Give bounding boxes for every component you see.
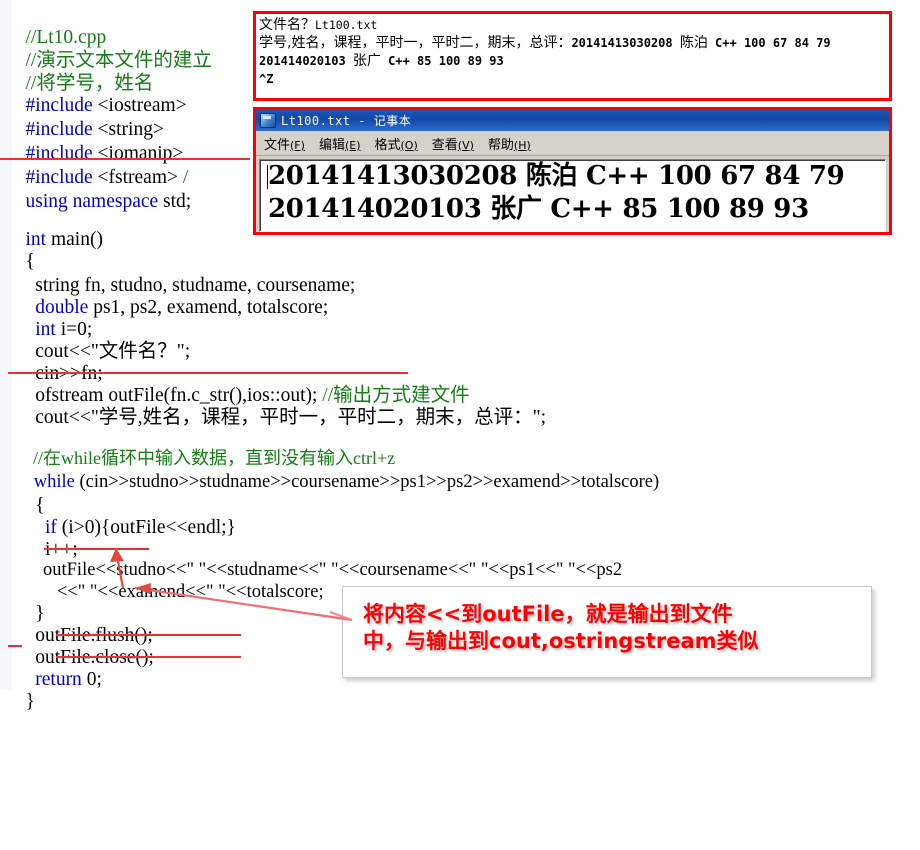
notepad-icon <box>260 113 276 128</box>
notepad-text-area[interactable]: 20141413030208 陈泊 C++ 100 67 84 79 20141… <box>259 159 886 232</box>
console-record-id: 20141413030208 <box>571 36 680 50</box>
notepad-window[interactable]: Lt100.txt - 记事本 文件(F) 编辑(E) 格式(O) 查看(V) … <box>253 107 892 235</box>
code-text: 0; <box>81 669 102 691</box>
annotation-text: 将内容<<到outFile，就是输出到文件 中，与输出到cout,ostring… <box>363 602 759 653</box>
text-caret <box>267 165 268 189</box>
console-record-scores: C++ 85 100 89 93 <box>380 54 504 68</box>
notepad-content-line: 20141413030208 陈泊 C++ 100 67 84 79 <box>268 161 845 191</box>
console-filename-value: Lt100.txt <box>315 18 378 32</box>
code-dash-marker-left <box>8 645 22 647</box>
console-prompt-label: 文件名？ <box>259 17 315 33</box>
notepad-title: Lt100.txt - 记事本 <box>281 114 412 128</box>
console-text: 文件名？Lt100.txt 学号,姓名，课程，平时一，平时二，期末，总评：201… <box>256 14 889 88</box>
code-line: outFile.flush(); <box>0 600 153 646</box>
code-line: } <box>0 578 44 624</box>
code-underline-include-fstream <box>0 158 250 160</box>
console-header-label: 学号,姓名，课程，平时一，平时二，期末，总评： <box>259 35 572 51</box>
notepad-titlebar[interactable]: Lt100.txt - 记事本 <box>256 110 889 131</box>
menu-help[interactable]: 帮助(H) <box>488 134 531 153</box>
menu-file[interactable]: 文件(F) <box>264 134 305 153</box>
code-line: outFile<<studno<<" "<<studname<<" "<<cou… <box>0 534 622 580</box>
console-line: 文件名？Lt100.txt <box>259 16 889 34</box>
code-underline-close <box>56 656 241 658</box>
code-text: main() <box>46 229 103 251</box>
code-line: //演示文本文件的建立 <box>0 25 212 71</box>
console-record-id: 201414020103 <box>259 54 353 68</box>
code-line: double ps1, ps2, examend, totalscore; <box>0 272 328 318</box>
code-line: if (i>0){outFile<<endl;} <box>0 492 236 538</box>
code-line: string fn, studno, studname, coursename; <box>0 250 355 296</box>
console-record-scores: C++ 100 67 84 79 <box>707 36 831 50</box>
console-line: 学号,姓名，课程，平时一，平时二，期末，总评：20141413030208 陈泊… <box>259 34 889 52</box>
code-text: } <box>25 691 35 713</box>
code-line: //在while循环中输入数据，直到没有输入ctrl+z <box>0 422 395 468</box>
code-line: #include <fstream> / <box>0 142 189 188</box>
code-line: int i=0; <box>0 294 92 340</box>
code-line: while (cin>>studno>>studname>>coursename… <box>0 446 659 492</box>
menu-edit[interactable]: 编辑(E) <box>319 134 361 153</box>
code-line: using namespace std; <box>0 166 192 212</box>
code-underline-outfile-insert <box>44 548 149 550</box>
code-line: <<" "<<examend<<" "<<totalscore; <box>0 556 324 602</box>
menu-format[interactable]: 格式(O) <box>375 134 418 153</box>
menu-view[interactable]: 查看(V) <box>432 134 474 153</box>
code-line: #include <string> <box>0 94 164 140</box>
code-line: cin>>fn; <box>0 338 102 384</box>
code-line: cout<<"文件名？"; <box>0 316 190 362</box>
code-line: #include <iomanip> <box>0 118 184 164</box>
code-line: { <box>0 226 35 272</box>
code-line: int main() <box>0 204 103 250</box>
code-line: //将学号，姓名 <box>0 48 154 94</box>
console-output-window[interactable]: 文件名？Lt100.txt 学号,姓名，课程，平时一，平时二，期末，总评：201… <box>253 11 892 101</box>
annotation-callout-box: 将内容<<到outFile，就是输出到文件 中，与输出到cout,ostring… <box>342 586 872 678</box>
console-eof-marker: ^Z <box>259 72 274 86</box>
notepad-menubar[interactable]: 文件(F) 编辑(E) 格式(O) 查看(V) 帮助(H) <box>256 131 889 156</box>
code-line: #include <iostream> <box>0 70 187 116</box>
code-line: { <box>0 470 44 516</box>
console-line: ^Z <box>259 70 889 88</box>
code-line: } <box>0 666 35 712</box>
notepad-content-line: 201414020103 张广 C++ 85 100 89 93 <box>268 194 809 224</box>
code-underline-flush <box>56 634 241 636</box>
console-record-name: 张广 <box>352 53 381 69</box>
console-record-name: 陈泊 <box>679 35 708 51</box>
code-text: std; <box>158 191 192 213</box>
code-text: (cin>>studno>>studname>>coursename>>ps1>… <box>74 472 660 493</box>
code-underline-ofstream <box>8 372 408 374</box>
console-line: 201414020103 张广 C++ 85 100 89 93 <box>259 52 889 70</box>
code-line: cout<<"学号,姓名，课程，平时一，平时二，期末，总评："; <box>0 382 546 428</box>
code-line: //Lt10.cpp <box>0 2 107 48</box>
